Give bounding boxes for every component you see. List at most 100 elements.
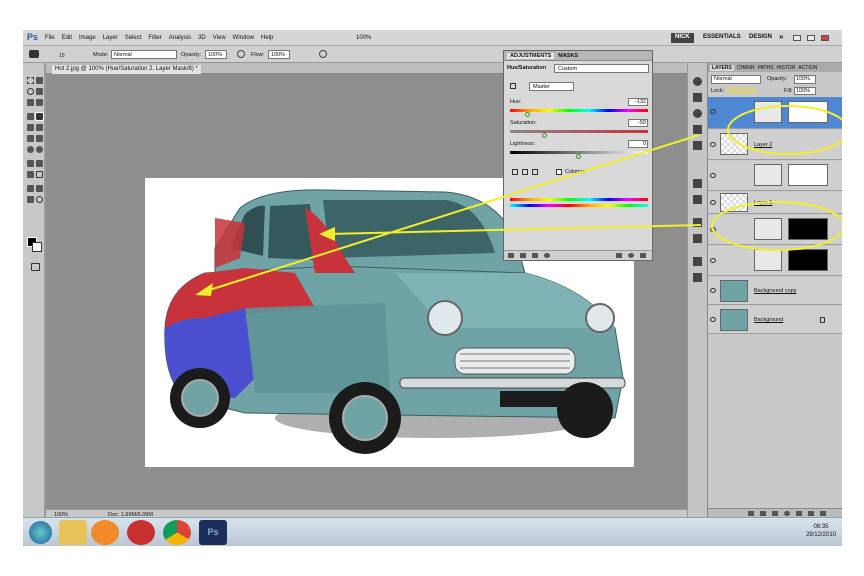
workspace-essentials-button[interactable]: ESSENTIALS: [699, 33, 745, 43]
crop-tool-icon[interactable]: [27, 99, 34, 106]
visibility-eye-icon[interactable]: [710, 200, 716, 205]
lasso-tool-icon[interactable]: [27, 88, 34, 95]
hand-tool-icon[interactable]: [27, 196, 34, 203]
tab-history[interactable]: HISTOR: [777, 65, 796, 71]
3d-rotate-tool-icon[interactable]: [27, 185, 34, 192]
navigator-panel-icon[interactable]: [693, 273, 702, 282]
eyedropper-minus-icon[interactable]: [532, 169, 538, 175]
eraser-tool-icon[interactable]: [27, 135, 34, 142]
lock-icon[interactable]: [726, 87, 756, 94]
delete-layer-icon[interactable]: [820, 511, 826, 516]
3d-orbit-tool-icon[interactable]: [36, 185, 43, 192]
channel-select[interactable]: Master: [529, 82, 574, 91]
visibility-eye-icon[interactable]: [710, 142, 716, 147]
menu-edit[interactable]: Edit: [62, 35, 72, 41]
media-player-taskbar-icon[interactable]: [91, 520, 119, 545]
expand-view-icon[interactable]: [520, 253, 526, 258]
return-icon[interactable]: [508, 253, 514, 258]
mode-select[interactable]: Normal: [111, 50, 177, 59]
layer-row-background-copy[interactable]: Background copy: [708, 277, 842, 305]
new-group-icon[interactable]: [796, 511, 802, 516]
new-adjustment-icon[interactable]: [784, 511, 790, 516]
tab-adjustments[interactable]: ADJUSTMENTS: [507, 52, 555, 59]
layer-row-adjustment[interactable]: [708, 161, 842, 191]
link-layers-icon[interactable]: [748, 511, 754, 516]
layer-thumbnail[interactable]: [720, 133, 748, 155]
pen-tool-icon[interactable]: [27, 160, 34, 167]
brush-tool-panel-icon[interactable]: [35, 112, 44, 121]
history-brush-tool-icon[interactable]: [36, 124, 43, 131]
chrome-taskbar-icon[interactable]: [163, 520, 191, 545]
layer-opacity-field[interactable]: 100%: [794, 75, 816, 84]
zoom-level[interactable]: 100%: [356, 35, 371, 41]
photoshop-taskbar-button[interactable]: Ps: [199, 520, 227, 545]
layer-mask-thumbnail[interactable]: [788, 218, 828, 240]
layer-mask-thumbnail[interactable]: [788, 101, 828, 123]
acrobat-taskbar-icon[interactable]: [127, 520, 155, 545]
stamp-tool-icon[interactable]: [27, 124, 34, 131]
histogram-panel-icon[interactable]: [693, 93, 702, 102]
saturation-slider-track[interactable]: [510, 130, 648, 133]
adjustment-thumbnail[interactable]: [754, 101, 782, 123]
flow-field[interactable]: 100%: [268, 50, 290, 59]
lightness-slider-thumb[interactable]: [576, 154, 581, 159]
clip-layer-icon[interactable]: [532, 253, 538, 258]
workspace-design-button[interactable]: DESIGN: [745, 33, 776, 43]
dodge-tool-icon[interactable]: [36, 146, 43, 153]
lightness-value-field[interactable]: 0: [628, 140, 648, 148]
adjustment-thumbnail[interactable]: [754, 249, 782, 271]
menu-layer[interactable]: Layer: [103, 35, 118, 41]
hand-adjust-icon[interactable]: [510, 83, 516, 89]
paragraph-panel-icon[interactable]: [693, 195, 702, 204]
brush-size-label[interactable]: 10: [59, 53, 65, 59]
fill-field[interactable]: 100%: [794, 87, 816, 95]
layer-row-hue-saturation-2[interactable]: [708, 97, 842, 129]
history-panel-icon[interactable]: [693, 77, 702, 86]
adjustment-thumbnail[interactable]: [754, 164, 782, 186]
layer-row-levels-1[interactable]: [708, 215, 842, 245]
eyedropper-tool-icon[interactable]: [36, 99, 43, 106]
layer-name[interactable]: Background copy: [754, 288, 797, 294]
layer-mask-thumbnail[interactable]: [788, 164, 828, 186]
menu-analysis[interactable]: Analysis: [169, 35, 191, 41]
menu-view[interactable]: View: [213, 35, 226, 41]
hue-slider-thumb[interactable]: [524, 112, 530, 117]
colorize-checkbox[interactable]: [556, 169, 562, 175]
menu-window[interactable]: Window: [233, 35, 254, 41]
layer-name[interactable]: Background: [754, 317, 783, 323]
quick-mask-icon[interactable]: [31, 263, 40, 271]
more-workspaces-button[interactable]: »: [775, 31, 787, 41]
tool-presets-panel-icon[interactable]: [693, 257, 702, 266]
opacity-field[interactable]: 100%: [205, 50, 227, 59]
reset-icon[interactable]: [628, 253, 634, 258]
new-layer-icon[interactable]: [808, 511, 814, 516]
taskbar-clock[interactable]: 08:35 29/12/2010: [806, 523, 836, 539]
layer-name[interactable]: Layer 2: [754, 142, 772, 148]
saturation-value-field[interactable]: -50: [628, 119, 648, 127]
visibility-eye-icon[interactable]: [710, 288, 716, 293]
layer-row-layer-2[interactable]: Layer 2: [708, 130, 842, 160]
start-button-icon[interactable]: [29, 521, 52, 544]
layer-thumbnail[interactable]: [720, 280, 748, 302]
maximize-icon[interactable]: [807, 35, 815, 41]
eyedropper-icon[interactable]: [512, 169, 518, 175]
type-tool-icon[interactable]: [36, 160, 43, 167]
tab-masks[interactable]: MASKS: [558, 53, 578, 59]
marquee-tool-icon[interactable]: [27, 77, 34, 84]
styles-panel-icon[interactable]: [693, 141, 702, 150]
shape-tool-icon[interactable]: [36, 171, 43, 178]
minimize-icon[interactable]: [793, 35, 801, 41]
brush-tool-icon[interactable]: [29, 50, 39, 58]
saturation-slider-thumb[interactable]: [541, 133, 547, 138]
hue-slider-track[interactable]: [510, 109, 648, 112]
tab-actions[interactable]: ACTION: [798, 65, 817, 71]
tab-paths[interactable]: PATHS: [758, 65, 774, 71]
menu-help[interactable]: Help: [261, 35, 273, 41]
airbrush-icon[interactable]: [237, 50, 245, 58]
explorer-taskbar-icon[interactable]: [59, 520, 87, 545]
blend-mode-select[interactable]: Normal: [711, 75, 761, 84]
delete-icon[interactable]: [640, 253, 646, 258]
visibility-eye-icon[interactable]: [710, 317, 716, 322]
document-tab[interactable]: Hot 2.jpg @ 100% (Hue/Saturation 2, Laye…: [52, 65, 201, 74]
clone-source-panel-icon[interactable]: [693, 234, 702, 243]
